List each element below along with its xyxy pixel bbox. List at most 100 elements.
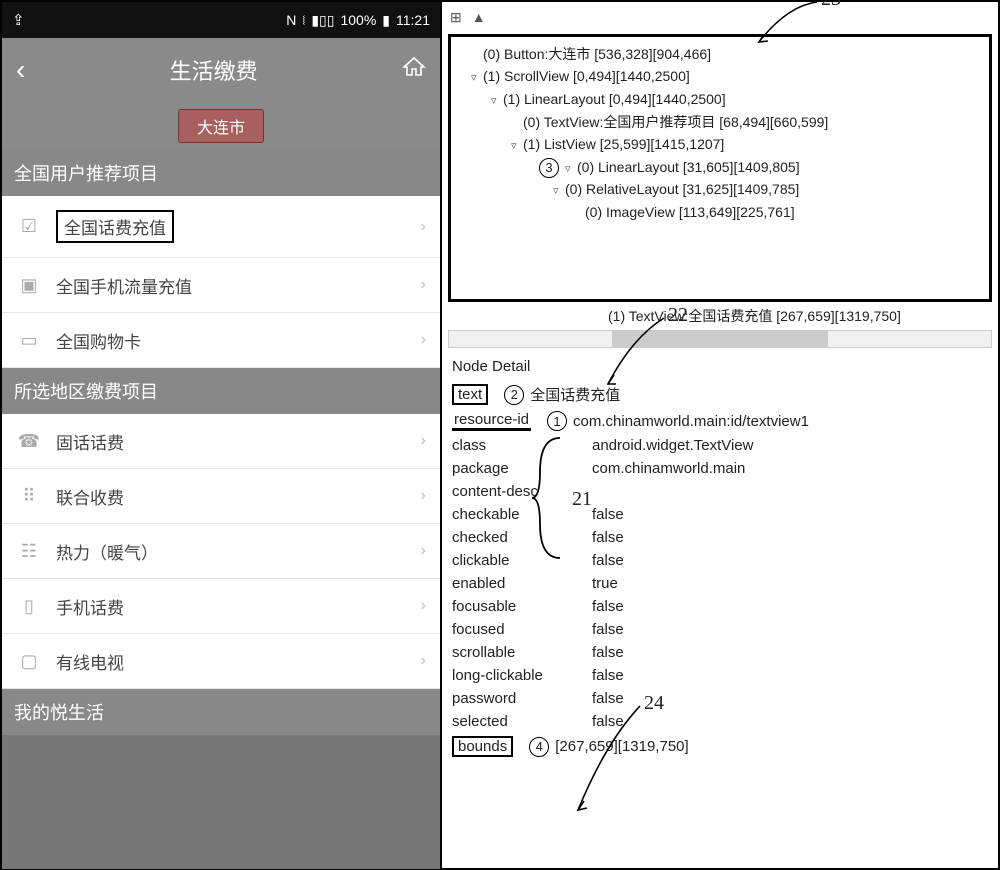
tree-node[interactable]: 3 ▿(0) LinearLayout [31,605][1409,805]	[455, 156, 985, 179]
chevron-right-icon: ›	[421, 597, 426, 615]
expand-caret-icon[interactable]: ▿	[553, 183, 565, 201]
tree-toolbar: ⊞ ▲	[442, 2, 998, 32]
detail-key: resource-id	[452, 411, 531, 431]
tree-node-label: (0) ImageView [113,649][225,761]	[585, 204, 795, 220]
section-header-recommend: 全国用户推荐项目	[2, 150, 440, 196]
detail-value: false	[592, 598, 988, 615]
detail-value: android.widget.TextView	[592, 437, 988, 454]
detail-key: password	[452, 690, 592, 707]
detail-value: false	[592, 667, 988, 684]
detail-value: false	[592, 552, 988, 569]
tree-node[interactable]: (0) ImageView [113,649][225,761]	[455, 201, 985, 223]
expand-caret-icon[interactable]: ▿	[511, 138, 523, 156]
status-bar: ⇪ N ⧙ ▮▯▯ 100% ▮ 11:21	[2, 2, 440, 38]
tree-node[interactable]: ▿(1) LinearLayout [0,494][1440,2500]	[455, 88, 985, 111]
detail-key: checked	[452, 529, 592, 546]
tree-node-label: (1) ScrollView [0,494][1440,2500]	[483, 68, 690, 84]
annotation-mark: 2	[504, 385, 524, 405]
detail-row: packagecom.chinamworld.main	[452, 457, 988, 480]
detail-value: 全国话费充值	[530, 384, 988, 405]
phone-icon: ☎	[16, 428, 42, 454]
expand-icon[interactable]: ⊞	[450, 9, 462, 26]
detail-key: class	[452, 437, 592, 454]
wifi-icon: ⧙	[302, 12, 305, 29]
list-item-label: 联合收费	[56, 484, 124, 509]
section-header-region: 所选地区缴费项目	[2, 368, 440, 414]
tree-panel[interactable]: (0) Button:大连市 [536,328][904,466]▿(1) Sc…	[448, 34, 992, 302]
list-item[interactable]: ☷ 热力（暖气） ›	[2, 524, 440, 579]
list-item[interactable]: ▭ 全国购物卡 ›	[2, 313, 440, 368]
tree-node-label: (1) LinearLayout [0,494][1440,2500]	[503, 91, 726, 107]
tree-node-label: (1) ListView [25,599][1415,1207]	[523, 136, 724, 152]
tree-node[interactable]: ▿(0) RelativeLayout [31,625][1409,785]	[455, 178, 985, 201]
detail-row: classandroid.widget.TextView	[452, 434, 988, 457]
app-navbar: ‹ 生活缴费	[2, 38, 440, 102]
detail-row: passwordfalse	[452, 687, 988, 710]
tree-node[interactable]: (0) TextView:全国用户推荐项目 [68,494][660,599]	[455, 111, 985, 133]
list-item[interactable]: ▯ 手机话费 ›	[2, 579, 440, 634]
detail-value: false	[592, 506, 988, 523]
expand-caret-icon[interactable]: ▿	[471, 70, 483, 88]
phone-mockup: ⇪ N ⧙ ▮▯▯ 100% ▮ 11:21 ‹ 生活缴费 大连市 全国用户推荐…	[2, 2, 442, 869]
warning-icon[interactable]: ▲	[472, 9, 486, 25]
data-icon: ▣	[16, 272, 42, 298]
scrollbar-thumb[interactable]	[612, 331, 829, 347]
detail-row: resource-id1com.chinamworld.main:id/text…	[452, 408, 988, 434]
detail-row: clickablefalse	[452, 549, 988, 572]
annotation-mark: 3	[539, 158, 559, 178]
nfc-icon: N	[286, 12, 296, 28]
detail-key: selected	[452, 713, 592, 730]
tree-node-label: (0) LinearLayout [31,605][1409,805]	[577, 159, 800, 175]
detail-key: clickable	[452, 552, 592, 569]
tv-icon: ▢	[16, 648, 42, 674]
tree-node-label: (0) RelativeLayout [31,625][1409,785]	[565, 181, 799, 197]
list-item-label: 有线电视	[56, 649, 124, 674]
detail-value: com.chinamworld.main	[592, 460, 988, 477]
detail-value: [267,659][1319,750]	[555, 738, 988, 755]
list-item[interactable]: ▢ 有线电视 ›	[2, 634, 440, 689]
detail-row: enabledtrue	[452, 572, 988, 595]
heat-icon: ☷	[16, 538, 42, 564]
detail-key: focused	[452, 621, 592, 638]
horizontal-scrollbar[interactable]	[448, 330, 992, 348]
detail-key: bounds	[452, 736, 513, 757]
list-item-label: 全国话费充值	[56, 210, 174, 243]
back-icon[interactable]: ‹	[16, 54, 25, 86]
detail-row: text2全国话费充值	[452, 381, 988, 408]
inspector-panel: ⊞ ▲ (0) Button:大连市 [536,328][904,466]▿(1…	[442, 2, 998, 868]
chevron-right-icon: ›	[421, 487, 426, 505]
chevron-right-icon: ›	[421, 276, 426, 294]
signal-icon: ▮▯▯	[311, 12, 334, 29]
list-item[interactable]: ⠿ 联合收费 ›	[2, 469, 440, 524]
expand-caret-icon[interactable]: ▿	[565, 161, 577, 179]
tree-node[interactable]: ▿(1) ScrollView [0,494][1440,2500]	[455, 65, 985, 88]
annotation-mark: 4	[529, 737, 549, 757]
list-item[interactable]: ☎ 固话话费 ›	[2, 414, 440, 469]
detail-key: scrollable	[452, 644, 592, 661]
detail-key: checkable	[452, 506, 592, 523]
detail-key: long-clickable	[452, 667, 592, 684]
list-item-label: 全国购物卡	[56, 328, 141, 353]
annotation-mark: 1	[547, 411, 567, 431]
detail-row: focusedfalse	[452, 618, 988, 641]
detail-row: scrollablefalse	[452, 641, 988, 664]
tree-node[interactable]: (0) Button:大连市 [536,328][904,466]	[455, 43, 985, 65]
node-detail-title: Node Detail	[452, 358, 988, 375]
battery-percent: 100%	[340, 12, 376, 28]
city-button[interactable]: 大连市	[178, 109, 264, 143]
list-item-label: 固话话费	[56, 429, 124, 454]
tree-node[interactable]: ▿(1) ListView [25,599][1415,1207]	[455, 133, 985, 156]
region-list: ☎ 固话话费 › ⠿ 联合收费 › ☷ 热力（暖气） ›	[2, 414, 440, 689]
home-icon[interactable]	[402, 55, 426, 85]
recommend-list: ☑ 全国话费充值 › ▣ 全国手机流量充值 › ▭ 全国购物卡 ›	[2, 196, 440, 368]
chevron-right-icon: ›	[421, 331, 426, 349]
expand-caret-icon[interactable]: ▿	[491, 93, 503, 111]
detail-key: enabled	[452, 575, 592, 592]
list-item[interactable]: ▣ 全国手机流量充值 ›	[2, 258, 440, 313]
list-item-label: 全国手机流量充值	[56, 273, 192, 298]
list-item[interactable]: ☑ 全国话费充值 ›	[2, 196, 440, 258]
detail-row: long-clickablefalse	[452, 664, 988, 687]
chevron-right-icon: ›	[421, 432, 426, 450]
detail-key: focusable	[452, 598, 592, 615]
chevron-right-icon: ›	[421, 652, 426, 670]
